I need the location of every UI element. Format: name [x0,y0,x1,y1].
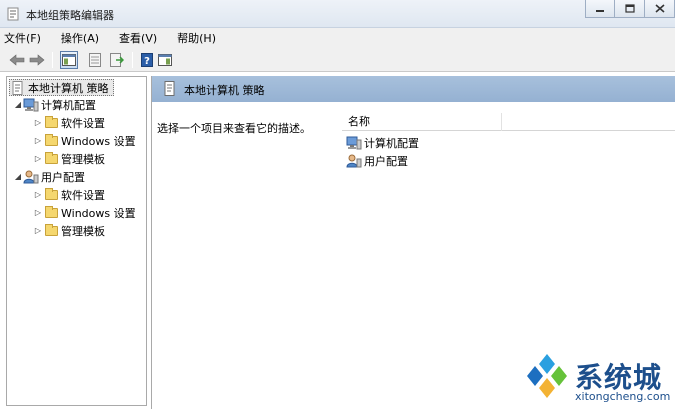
menu-bar: 文件(F) 操作(A) 查看(V) 帮助(H) [0,28,675,48]
menu-file[interactable]: 文件(F) [4,30,47,46]
tree-item-label: 用户配置 [41,170,85,184]
tree-item-label: Windows 设置 [61,134,136,148]
folder-icon [43,205,59,220]
help-button[interactable]: ? [138,51,156,69]
tree-item-label: 软件设置 [61,116,105,130]
maximize-icon [624,4,635,13]
tree-item-software-settings[interactable]: ▷ 软件设置 [33,114,105,131]
menu-view[interactable]: 查看(V) [105,30,163,46]
policy-document-icon [10,80,26,95]
tree-item-windows-settings[interactable]: ▷ Windows 设置 [33,132,136,149]
list-view-tab [335,102,675,112]
watermark: 系统城 xitongcheng.com [521,350,671,406]
expand-arrow-icon[interactable]: ▷ [33,154,43,163]
folder-icon [43,223,59,238]
watermark-url: xitongcheng.com [575,390,671,403]
expand-arrow-icon[interactable]: ▷ [33,136,43,145]
minimize-button[interactable] [585,0,615,18]
export-list-button[interactable] [108,51,126,69]
diamond-logo-icon [527,354,567,398]
console-view-icon [158,54,172,66]
properties-button[interactable] [86,51,104,69]
tree-item-label: 计算机配置 [41,98,96,112]
menu-action[interactable]: 操作(A) [47,30,105,46]
computer-config-icon [346,136,362,150]
folder-icon [43,151,59,166]
tree-item-computer-config[interactable]: ◢ 计算机配置 [13,96,96,113]
show-hide-tree-button[interactable] [60,51,78,69]
back-button[interactable] [8,51,26,69]
tree-item-label: 管理模板 [61,224,105,238]
tree-item-admin-templates[interactable]: ▷ 管理模板 [33,222,105,239]
tree-item-label: 软件设置 [61,188,105,202]
help-icon: ? [141,53,153,67]
list-item-user-config[interactable]: 用户配置 [346,152,408,169]
toolbar-separator [52,52,53,68]
list-header: 名称 [342,113,675,131]
toolbar: ? [0,48,675,72]
expand-arrow-icon[interactable]: ▷ [33,190,43,199]
details-header-title: 本地计算机 策略 [184,84,265,97]
svg-text:?: ? [144,56,150,67]
tree-item-label: Windows 设置 [61,206,136,220]
user-config-icon [346,154,362,168]
list-item-label: 用户配置 [364,154,408,168]
close-icon [654,4,665,13]
back-arrow-icon [9,54,25,66]
close-button[interactable] [645,0,675,18]
properties-icon [89,53,101,67]
forward-arrow-icon [29,54,45,66]
console-view-button[interactable] [156,51,174,69]
tree-root-label: 本地计算机 策略 [28,81,109,95]
expand-arrow-icon[interactable]: ▷ [33,208,43,217]
folder-icon [43,133,59,148]
user-config-icon [23,170,39,184]
expand-arrow-icon[interactable]: ▷ [33,226,43,235]
column-header-name[interactable]: 名称 [342,113,502,131]
tree-pane: 本地计算机 策略 ◢ 计算机配置 ▷ 软件设置 ▷ Windows 设置 ▷ 管… [6,76,147,406]
title-bar: 本地组策略编辑器 [0,0,675,28]
maximize-button[interactable] [615,0,645,18]
toolbar-separator [132,52,133,68]
description-text: 选择一个项目来查看它的描述。 [157,122,311,135]
computer-config-icon [23,98,39,112]
list-item-label: 计算机配置 [364,136,419,150]
tree-item-user-config[interactable]: ◢ 用户配置 [13,168,85,185]
forward-button[interactable] [28,51,46,69]
folder-icon [43,115,59,130]
tree-root-local-computer-policy[interactable]: 本地计算机 策略 [9,79,114,96]
export-list-icon [110,53,124,67]
policy-editor-icon [7,7,19,21]
expand-arrow-icon[interactable]: ▷ [33,118,43,127]
tree-item-admin-templates[interactable]: ▷ 管理模板 [33,150,105,167]
collapse-arrow-icon[interactable]: ◢ [13,172,23,181]
window-title: 本地组策略编辑器 [26,9,114,22]
folder-icon [43,187,59,202]
tree-item-windows-settings[interactable]: ▷ Windows 设置 [33,204,136,221]
details-header: 本地计算机 策略 [152,76,675,102]
minimize-icon [596,9,604,12]
tree-item-software-settings[interactable]: ▷ 软件设置 [33,186,105,203]
list-item-computer-config[interactable]: 计算机配置 [346,134,419,151]
policy-document-icon [164,81,175,96]
collapse-arrow-icon[interactable]: ◢ [13,100,23,109]
tree-item-label: 管理模板 [61,152,105,166]
menu-help[interactable]: 帮助(H) [163,30,222,46]
show-hide-tree-icon [62,54,76,66]
